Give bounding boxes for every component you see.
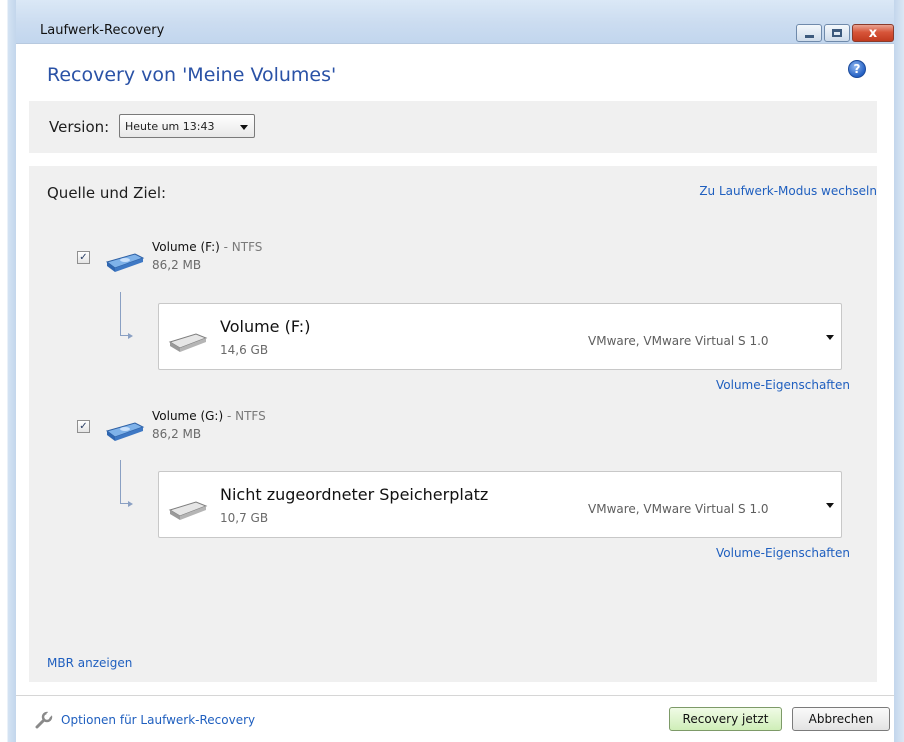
wrench-icon xyxy=(35,711,53,729)
minimize-button[interactable] xyxy=(796,24,822,42)
chevron-down-icon[interactable] xyxy=(826,335,834,340)
maximize-icon xyxy=(832,29,842,37)
target-device: VMware, VMware Virtual S 1.0 xyxy=(588,502,769,516)
target-device: VMware, VMware Virtual S 1.0 xyxy=(588,334,769,348)
maximize-button[interactable] xyxy=(824,24,850,42)
chevron-down-icon xyxy=(240,125,248,130)
chevron-down-icon[interactable] xyxy=(826,503,834,508)
source-volume-f: ✓ Volume (F:) - NTFS 86,2 MB xyxy=(77,240,377,280)
options-link[interactable]: Optionen für Laufwerk-Recovery xyxy=(61,713,255,727)
version-dropdown[interactable]: Heute um 13:43 xyxy=(119,114,255,138)
source-volume-g: ✓ Volume (G:) - NTFS 86,2 MB xyxy=(77,409,377,449)
help-icon[interactable]: ? xyxy=(848,60,866,78)
arrow-right-icon xyxy=(128,501,133,507)
version-label: Version: xyxy=(49,118,110,136)
volume-properties-link[interactable]: Volume-Eigenschaften xyxy=(716,378,850,392)
arrow-right-icon xyxy=(128,333,133,339)
version-panel: Version: Heute um 13:43 xyxy=(29,101,877,153)
close-icon: x xyxy=(868,25,878,41)
page-title: Recovery von 'Meine Volumes' xyxy=(47,64,337,86)
source-f-checkbox[interactable]: ✓ xyxy=(77,251,90,264)
source-volume-size: 86,2 MB xyxy=(152,258,202,272)
hard-drive-icon xyxy=(168,333,208,352)
drive-icon xyxy=(105,422,145,441)
source-target-panel: Quelle und Ziel: Zu Laufwerk-Modus wechs… xyxy=(29,166,877,682)
footer-divider xyxy=(16,695,894,696)
section-title: Quelle und Ziel: xyxy=(47,184,167,202)
version-selected-value: Heute um 13:43 xyxy=(125,120,215,133)
target-volume-name: Volume (F:) xyxy=(220,317,311,336)
source-g-checkbox[interactable]: ✓ xyxy=(77,420,90,433)
source-volume-name: Volume (F:) - NTFS xyxy=(152,240,263,254)
volume-properties-link[interactable]: Volume-Eigenschaften xyxy=(716,546,850,560)
title-bar[interactable]: Laufwerk-Recovery x xyxy=(16,0,894,44)
target-volume-size: 10,7 GB xyxy=(220,511,269,525)
source-volume-size: 86,2 MB xyxy=(152,427,202,441)
close-button[interactable]: x xyxy=(852,24,894,42)
window-right-border xyxy=(894,0,904,742)
window-controls: x xyxy=(796,24,894,42)
dialog-content: Recovery von 'Meine Volumes' ? Version: … xyxy=(16,44,894,742)
minimize-icon xyxy=(804,34,814,38)
cancel-button[interactable]: Abbrechen xyxy=(792,707,890,731)
window-left-border xyxy=(0,0,16,742)
source-volume-name: Volume (G:) - NTFS xyxy=(152,409,266,423)
options-link-row[interactable]: Optionen für Laufwerk-Recovery xyxy=(35,711,255,729)
recovery-now-button[interactable]: Recovery jetzt xyxy=(669,707,782,731)
drive-icon xyxy=(105,253,145,272)
show-mbr-link[interactable]: MBR anzeigen xyxy=(47,656,132,670)
target-volume-g[interactable]: Nicht zugeordneter Speicherplatz 10,7 GB… xyxy=(158,471,842,538)
switch-mode-link[interactable]: Zu Laufwerk-Modus wechseln xyxy=(699,184,877,198)
window-title: Laufwerk-Recovery xyxy=(40,23,165,38)
mapping-connector xyxy=(120,460,129,504)
target-volume-name: Nicht zugeordneter Speicherplatz xyxy=(220,485,489,504)
mapping-connector xyxy=(120,292,129,336)
target-volume-f[interactable]: Volume (F:) 14,6 GB VMware, VMware Virtu… xyxy=(158,303,842,370)
hard-drive-icon xyxy=(168,501,208,520)
target-volume-size: 14,6 GB xyxy=(220,343,269,357)
